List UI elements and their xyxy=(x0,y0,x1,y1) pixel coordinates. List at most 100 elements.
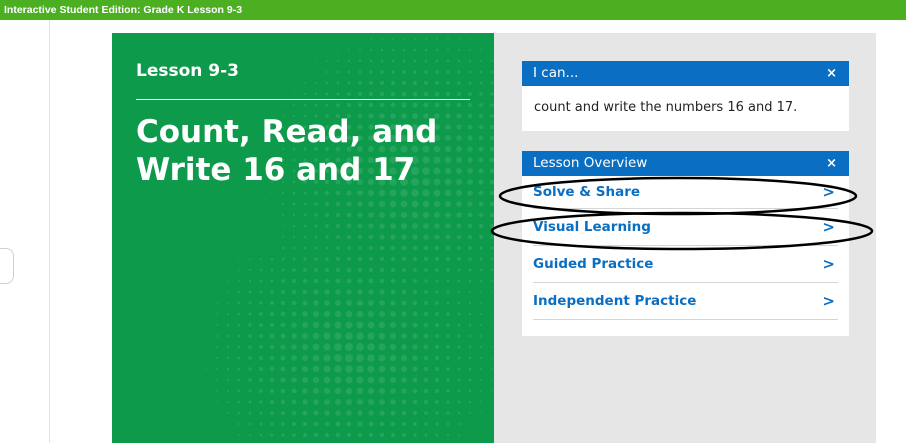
halftone-dot xyxy=(291,322,297,328)
halftone-dot xyxy=(356,321,364,329)
halftone-dot xyxy=(378,354,386,362)
halftone-dot xyxy=(313,267,319,273)
halftone-dot xyxy=(205,379,207,381)
halftone-dot xyxy=(468,246,472,250)
halftone-dot xyxy=(369,81,373,85)
halftone-dot xyxy=(313,399,319,405)
halftone-dot xyxy=(313,300,319,306)
halftone-dot xyxy=(423,344,429,350)
halftone-dot xyxy=(457,268,461,272)
halftone-dot xyxy=(259,367,263,371)
halftone-dot xyxy=(270,301,274,305)
halftone-dot xyxy=(412,355,418,361)
halftone-dot xyxy=(216,357,218,359)
halftone-dot xyxy=(368,410,374,416)
halftone-dot xyxy=(357,410,363,416)
halftone-dot xyxy=(324,410,330,416)
halftone-dot xyxy=(367,189,375,197)
halftone-dot xyxy=(356,398,364,406)
halftone-dot xyxy=(367,354,375,362)
halftone-dot xyxy=(346,278,352,284)
halftone-dot xyxy=(216,390,218,392)
halftone-dot xyxy=(302,322,308,328)
halftone-dot xyxy=(259,433,263,437)
halftone-dot xyxy=(412,300,418,306)
halftone-dot xyxy=(248,345,252,349)
chevron-right-icon: > xyxy=(822,218,835,236)
halftone-dot xyxy=(323,365,331,373)
halftone-dot xyxy=(434,102,440,108)
halftone-dot xyxy=(423,311,429,317)
halftone-dot xyxy=(491,302,493,304)
halftone-dot xyxy=(390,289,396,295)
halftone-dot xyxy=(259,400,263,404)
halftone-dot xyxy=(379,256,385,262)
halftone-dot xyxy=(226,356,230,360)
halftone-dot xyxy=(280,388,286,394)
halftone-dot xyxy=(378,376,386,384)
halftone-dot xyxy=(312,354,320,362)
halftone-dot xyxy=(424,422,428,426)
halftone-dot xyxy=(237,422,241,426)
chevron-right-icon: > xyxy=(822,183,835,201)
halftone-dot xyxy=(435,48,439,52)
halftone-dot xyxy=(401,102,407,108)
halftone-dot xyxy=(468,312,472,316)
halftone-dot xyxy=(345,398,353,406)
halftone-dot xyxy=(468,334,472,338)
overview-item-guided-practice[interactable]: Guided Practice > xyxy=(533,246,838,283)
halftone-dot xyxy=(269,311,275,317)
halftone-dot xyxy=(478,168,484,174)
halftone-dot xyxy=(433,211,441,219)
halftone-dot xyxy=(269,355,275,361)
halftone-dot xyxy=(325,81,329,85)
halftone-dot xyxy=(446,257,450,261)
close-icon[interactable]: × xyxy=(826,61,837,86)
halftone-dot xyxy=(216,335,218,337)
halftone-dot xyxy=(291,366,297,372)
halftone-dot xyxy=(248,268,252,272)
halftone-dot xyxy=(226,389,230,393)
halftone-dot xyxy=(270,411,274,415)
halftone-dot xyxy=(292,433,296,437)
halftone-dot xyxy=(248,279,252,283)
halftone-dot xyxy=(444,200,452,208)
halftone-dot xyxy=(435,312,439,316)
halftone-dot xyxy=(335,421,341,427)
halftone-dot xyxy=(379,289,385,295)
halftone-dot xyxy=(248,312,252,316)
halftone-dot xyxy=(358,48,362,52)
halftone-dot xyxy=(368,245,374,251)
halftone-dot xyxy=(491,324,493,326)
halftone-dot xyxy=(313,421,319,427)
halftone-dot xyxy=(314,202,318,206)
sidebar-toggle-handle[interactable] xyxy=(0,248,14,284)
halftone-dot xyxy=(346,190,352,196)
halftone-dot xyxy=(237,356,241,360)
overview-item-independent-practice[interactable]: Independent Practice > xyxy=(533,283,838,320)
halftone-dot xyxy=(422,211,430,219)
halftone-dot xyxy=(456,245,462,251)
halftone-dot xyxy=(280,355,286,361)
halftone-dot xyxy=(269,333,275,339)
halftone-dot xyxy=(468,345,472,349)
halftone-dot xyxy=(412,410,418,416)
overview-item-solve-share[interactable]: Solve & Share > xyxy=(533,176,838,209)
halftone-dot xyxy=(323,321,331,329)
halftone-dot xyxy=(324,399,330,405)
halftone-dot xyxy=(412,366,418,372)
halftone-dot xyxy=(302,311,308,317)
halftone-dot xyxy=(379,399,385,405)
halftone-dot xyxy=(468,81,472,85)
halftone-dot xyxy=(226,312,230,316)
halftone-dot xyxy=(478,212,484,218)
ican-text: count and write the numbers 16 and 17. xyxy=(534,100,798,115)
halftone-dot xyxy=(291,333,297,339)
halftone-dot xyxy=(314,257,318,261)
halftone-dot xyxy=(445,212,451,218)
halftone-dot xyxy=(379,432,385,438)
halftone-dot xyxy=(227,291,229,293)
halftone-dot xyxy=(345,387,353,395)
overview-item-visual-learning[interactable]: Visual Learning > xyxy=(533,209,838,246)
close-icon[interactable]: × xyxy=(826,151,837,176)
